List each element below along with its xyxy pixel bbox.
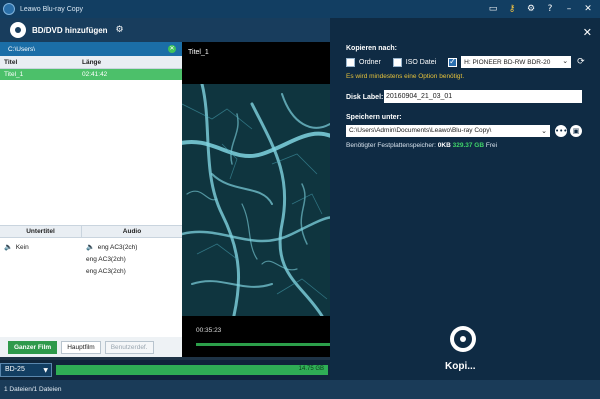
subtitle-label: Kein — [15, 243, 29, 251]
row-length: 02:41:42 — [82, 71, 108, 78]
video-frame-image — [182, 84, 330, 316]
warning-text: Es wird mindestens eine Option benötigt. — [346, 73, 465, 80]
space-required: 0KB — [437, 142, 451, 149]
copy-start-button[interactable] — [450, 326, 476, 352]
disc-icon — [10, 22, 26, 38]
drive-checkbox[interactable] — [448, 57, 458, 67]
disc-capacity-bar: BD-25 ▼ 14.75 GB — [0, 360, 330, 380]
source-path: C:\Users\ — [8, 45, 36, 53]
folder-label: Ordner — [359, 58, 381, 66]
column-length[interactable]: Länge — [82, 59, 182, 66]
chevron-down-icon: ⌄ — [562, 57, 569, 65]
close-icon[interactable]: ✕ — [582, 3, 594, 15]
title-list-panel: C:\Users\ ✕ Titel Länge Titel_1 02:41:42… — [0, 42, 182, 357]
audio-header: Audio — [122, 228, 142, 235]
video-preview: Titel_1 00:35:23 — [182, 42, 330, 357]
audio-list: 🔈 eng AC3(2ch) eng AC3(2ch) eng AC3(2ch) — [82, 238, 182, 280]
close-panel-icon[interactable]: ✕ — [583, 26, 592, 39]
copy-label[interactable]: Kopi... — [445, 361, 476, 372]
window-controls: ▭ ⚷ ⚙ ? – ✕ — [487, 3, 594, 15]
disk-space-info: Benötigter Festplattenspeicher: 0KB 329.… — [346, 142, 497, 149]
browse-more-icon[interactable]: ••• — [555, 125, 567, 137]
chevron-down-icon: ⌄ — [541, 127, 547, 135]
audio-label: eng AC3(2ch) — [97, 243, 138, 251]
subtitle-list: 🔈 Kein — [0, 238, 82, 280]
folder-checkbox[interactable] — [346, 57, 355, 67]
iso-label: ISO Datei — [405, 58, 437, 66]
source-path-bar: C:\Users\ ✕ — [0, 42, 182, 56]
status-text: 1 Dateien/1 Dateien — [4, 386, 62, 393]
drive-select[interactable]: H: PIONEER BD-RW BDR-20 ⌄ — [461, 56, 572, 68]
title-table-header: Titel Länge — [0, 56, 182, 69]
chevron-down-icon: ▼ — [43, 367, 48, 374]
row-title: Titel_1 — [4, 71, 24, 78]
list-item[interactable]: eng AC3(2ch) — [86, 265, 178, 277]
capacity-meter: 14.75 GB — [56, 365, 328, 375]
playback-time: 00:35:23 — [196, 327, 222, 334]
iso-checkbox[interactable] — [392, 57, 402, 67]
subtitle-header: Untertitel — [0, 226, 82, 237]
copy-to-label: Kopieren nach: — [346, 45, 397, 52]
drive-select-value: H: PIONEER BD-RW BDR-20 — [464, 58, 551, 66]
disk-label-label: Disk Label: — [346, 94, 384, 101]
speaker-icon: 🔈 — [4, 243, 13, 251]
speaker-icon: 🔈 — [86, 243, 95, 251]
app-title: Leawo Blu-ray Copy — [20, 5, 84, 13]
copy-mode-bar: Ganzer Film Hauptfilm Benutzerdef. — [0, 337, 182, 357]
monitor-icon[interactable]: ▭ — [487, 3, 499, 15]
table-row[interactable]: Titel_1 02:41:42 — [0, 69, 182, 80]
list-item[interactable]: 🔈 Kein — [4, 241, 78, 253]
add-disc-button[interactable]: BD/DVD hinzufügen ⚙ — [10, 20, 124, 40]
main-movie-button[interactable]: Hauptfilm — [61, 340, 101, 354]
settings-gear-icon[interactable]: ⚙ — [116, 25, 124, 35]
copy-settings-panel: ✕ Kopieren nach: Ordner ISO Datei H: PIO… — [330, 18, 600, 380]
save-path-value: C:\Users\Admin\Documents\Leawo\Blu-ray C… — [349, 127, 492, 134]
key-icon[interactable]: ⚷ — [506, 3, 518, 15]
add-disc-label: BD/DVD hinzufügen — [32, 25, 108, 35]
list-item[interactable]: eng AC3(2ch) — [86, 253, 178, 265]
refresh-icon[interactable]: ⟳ — [577, 57, 585, 67]
disc-type-value: BD-25 — [5, 366, 25, 373]
subtitle-audio-header: Untertitel Audio — [0, 226, 182, 238]
audio-label: eng AC3(2ch) — [86, 255, 126, 263]
space-free: 329.37 GB — [452, 142, 485, 149]
gear-icon[interactable]: ⚙ — [525, 3, 537, 15]
save-path-select[interactable]: C:\Users\Admin\Documents\Leawo\Blu-ray C… — [346, 125, 550, 137]
list-item[interactable]: 🔈 eng AC3(2ch) — [86, 241, 178, 253]
disc-type-select[interactable]: BD-25 ▼ — [0, 363, 52, 377]
column-title[interactable]: Titel — [0, 59, 82, 66]
open-folder-icon[interactable]: ▣ — [570, 125, 582, 137]
audio-label: eng AC3(2ch) — [86, 267, 126, 275]
minimize-icon[interactable]: – — [563, 3, 575, 15]
video-title: Titel_1 — [188, 49, 209, 56]
save-to-label: Speichern unter: — [346, 114, 402, 121]
disk-label-input[interactable]: 20160904_21_03_01 — [384, 90, 582, 103]
title-list: Titel_1 02:41:42 — [0, 69, 182, 214]
capacity-text: 14.75 GB — [298, 366, 324, 372]
subtitle-audio-panel: Untertitel Audio 🔈 Kein 🔈 eng AC3(2ch) e… — [0, 225, 182, 335]
app-logo-icon — [3, 3, 15, 15]
space-suffix: Frei — [485, 142, 498, 149]
space-prefix: Benötigter Festplattenspeicher: — [346, 142, 436, 149]
title-bar: Leawo Blu-ray Copy ▭ ⚷ ⚙ ? – ✕ — [0, 0, 600, 18]
status-bar: 1 Dateien/1 Dateien — [0, 380, 600, 399]
playback-progress-bar[interactable] — [196, 343, 330, 346]
custom-mode-button[interactable]: Benutzerdef. — [104, 340, 154, 354]
remove-source-icon[interactable]: ✕ — [168, 45, 176, 53]
help-icon[interactable]: ? — [544, 3, 556, 15]
full-movie-button[interactable]: Ganzer Film — [8, 340, 58, 354]
copy-target-options: Ordner ISO Datei H: PIONEER BD-RW BDR-20… — [346, 56, 585, 68]
video-frame — [182, 84, 330, 316]
